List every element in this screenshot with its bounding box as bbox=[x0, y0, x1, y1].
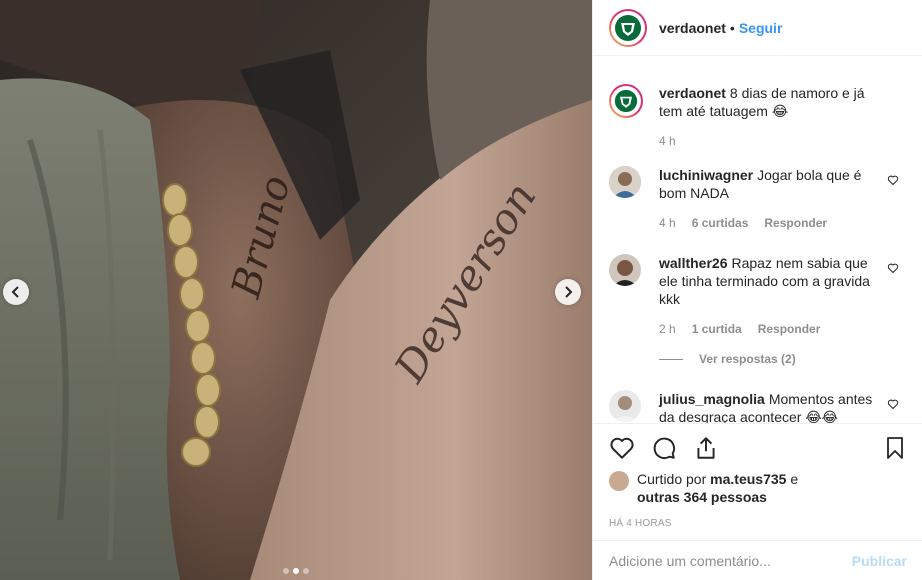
bookmark-button[interactable] bbox=[883, 435, 907, 461]
post-photo[interactable]: Bruno Deyverson bbox=[0, 0, 592, 580]
verdao-logo-icon bbox=[615, 14, 641, 41]
person-photo-icon bbox=[609, 166, 641, 198]
heart-icon bbox=[610, 437, 634, 459]
reply-button[interactable]: Responder bbox=[764, 214, 827, 232]
comment-likes[interactable]: 6 curtidas bbox=[692, 214, 749, 232]
prev-photo-button[interactable] bbox=[3, 279, 29, 305]
chevron-right-icon bbox=[565, 286, 573, 298]
avatar[interactable] bbox=[609, 8, 647, 47]
like-button[interactable] bbox=[609, 435, 635, 461]
view-replies-label: Ver respostas (2) bbox=[699, 352, 796, 366]
heart-icon[interactable] bbox=[887, 262, 899, 274]
heart-icon[interactable] bbox=[887, 174, 899, 186]
caption: verdaonet 8 dias de namoro e já tem até t… bbox=[609, 84, 907, 150]
commenter-avatar[interactable] bbox=[609, 390, 641, 422]
comment-item: wallther26 Rapaz nem sabia que ele tinha … bbox=[609, 254, 907, 368]
liked-by-others[interactable]: outras 364 pessoas bbox=[637, 489, 767, 505]
comments-list[interactable]: verdaonet 8 dias de namoro e já tem até t… bbox=[593, 70, 922, 423]
post-username[interactable]: verdaonet bbox=[659, 20, 726, 36]
comment-time[interactable]: 4 h bbox=[659, 214, 676, 232]
post-panel: verdaonet • Seguir verdaonet 8 dias de na… bbox=[592, 0, 922, 580]
person-photo-icon bbox=[609, 254, 641, 286]
post-timestamp[interactable]: HÁ 4 HORAS bbox=[609, 518, 907, 529]
bookmark-icon bbox=[887, 437, 903, 459]
share-button[interactable] bbox=[693, 435, 719, 461]
carousel-indicator bbox=[0, 568, 592, 574]
liker-avatar[interactable] bbox=[609, 471, 629, 491]
next-photo-button[interactable] bbox=[555, 279, 581, 305]
tattoo-photo: Bruno Deyverson bbox=[0, 0, 592, 580]
post-header: verdaonet • Seguir bbox=[593, 0, 922, 56]
comment-input[interactable] bbox=[609, 552, 852, 569]
comment-username[interactable]: wallther26 bbox=[659, 255, 727, 271]
chevron-left-icon bbox=[11, 286, 19, 298]
comment-item: julius_magnolia Momentos antes da desgraç… bbox=[609, 390, 907, 423]
caption-username[interactable]: verdaonet bbox=[659, 85, 726, 101]
carousel-dot bbox=[283, 568, 289, 574]
commenter-avatar[interactable] bbox=[609, 166, 641, 198]
comment-time[interactable]: 2 h bbox=[659, 320, 676, 338]
comment-likes[interactable]: 1 curtida bbox=[692, 320, 742, 338]
caption-time[interactable]: 4 h bbox=[659, 132, 676, 150]
liked-by-user[interactable]: ma.teus735 bbox=[710, 471, 786, 487]
heart-icon[interactable] bbox=[887, 398, 899, 410]
verdao-logo-icon bbox=[614, 89, 638, 113]
commenter-avatar[interactable] bbox=[609, 254, 641, 286]
comment-username[interactable]: luchiniwagner bbox=[659, 167, 753, 183]
carousel-dot bbox=[303, 568, 309, 574]
reply-button[interactable]: Responder bbox=[758, 320, 821, 338]
comment-composer: Publicar bbox=[593, 540, 922, 580]
comment-username[interactable]: julius_magnolia bbox=[659, 391, 765, 407]
comment-item: luchiniwagner Jogar bola que é bom NADA 4… bbox=[609, 166, 907, 232]
comment-button[interactable] bbox=[651, 435, 677, 461]
header-separator: • bbox=[729, 19, 735, 36]
carousel-dot-active bbox=[293, 568, 299, 574]
share-icon bbox=[697, 437, 715, 459]
liked-by-conj: e bbox=[790, 471, 799, 487]
publish-button[interactable]: Publicar bbox=[852, 553, 907, 569]
caption-avatar[interactable] bbox=[609, 84, 643, 118]
liked-by-prefix: Curtido por bbox=[637, 471, 707, 487]
person-photo-icon bbox=[609, 390, 641, 422]
post-actions: Curtido por ma.teus735 e outras 364 pess… bbox=[593, 423, 922, 529]
comment-icon bbox=[653, 437, 676, 460]
follow-button[interactable]: Seguir bbox=[739, 20, 783, 36]
replies-divider bbox=[659, 358, 683, 360]
view-replies-button[interactable]: Ver respostas (2) bbox=[659, 350, 873, 368]
likes-summary: Curtido por ma.teus735 e outras 364 pess… bbox=[609, 470, 907, 506]
